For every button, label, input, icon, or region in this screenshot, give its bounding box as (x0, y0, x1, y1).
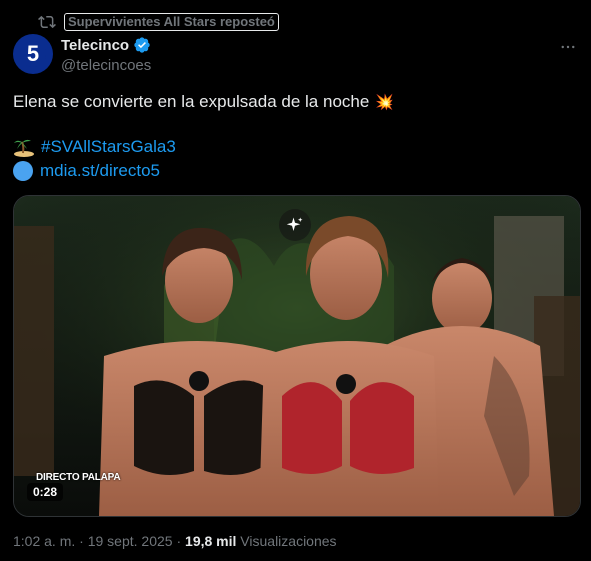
avatar[interactable]: 5 (13, 34, 53, 74)
island-emoji-icon (14, 139, 34, 157)
views-count: 19,8 mil (185, 533, 237, 549)
repost-icon (38, 15, 56, 29)
tweet-text-body: Elena se convierte en la expulsada de la… (13, 92, 370, 111)
author-block: Telecinco @telecincoes (61, 36, 151, 75)
video-duration-badge: 0:28 (27, 483, 64, 501)
hashtag-line: #SVAllStarsGala3 (13, 136, 176, 158)
url-link[interactable]: mdia.st/directo5 (40, 160, 160, 182)
url-line: mdia.st/directo5 (13, 160, 160, 182)
meta-separator: · (79, 533, 84, 549)
explosion-emoji: 💥 (375, 94, 394, 111)
video-frame (14, 196, 580, 516)
hashtag-link[interactable]: #SVAllStarsGala3 (41, 136, 176, 158)
video-live-label: DIRECTO PALAPA (36, 472, 121, 483)
meta-separator: · (176, 533, 182, 549)
tweet-meta: 1:02 a. m. · 19 sept. 2025 · 19,8 mil Vi… (13, 533, 337, 549)
sparkle-icon (286, 217, 303, 231)
video-player[interactable]: DIRECTO PALAPA 0:28 (13, 195, 581, 517)
author-handle[interactable]: @telecincoes (61, 57, 151, 74)
blue-circle-emoji (13, 161, 33, 181)
views-label: Visualizaciones (240, 533, 337, 549)
more-icon[interactable] (559, 38, 577, 56)
tweet-time[interactable]: 1:02 a. m. (13, 533, 75, 549)
repost-label[interactable]: Supervivientes All Stars reposteó (64, 13, 279, 31)
grok-sparkle-button[interactable] (279, 209, 311, 241)
telecinco-logo-icon: 5 (20, 41, 46, 67)
tweet-text: Elena se convierte en la expulsada de la… (13, 91, 394, 114)
verified-badge-icon[interactable] (133, 36, 151, 54)
repost-indicator[interactable]: Supervivientes All Stars reposteó (38, 12, 279, 32)
svg-text:5: 5 (27, 41, 39, 66)
tweet-date[interactable]: 19 sept. 2025 (88, 533, 173, 549)
author-display-name[interactable]: Telecinco (61, 37, 129, 54)
